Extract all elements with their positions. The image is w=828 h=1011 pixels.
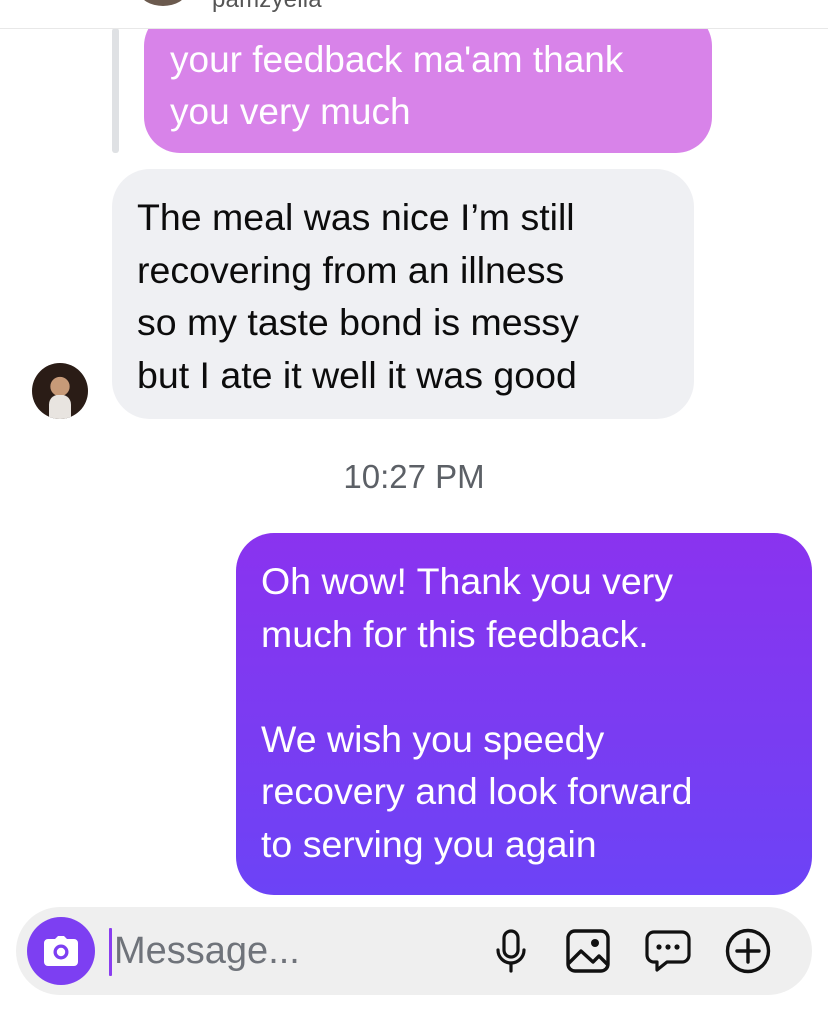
text-caret [109, 928, 112, 976]
sticker-chat-icon [645, 930, 691, 972]
microphone-button[interactable] [485, 925, 537, 977]
received-message-bubble[interactable]: The meal was nice I’m still recovering f… [112, 169, 694, 419]
microphone-icon [496, 929, 526, 973]
sticker-chat-button[interactable] [642, 925, 694, 977]
camera-icon [44, 936, 78, 966]
sent-message-bubble[interactable]: Oh wow! Thank you very much for this fee… [236, 533, 812, 895]
received-message-line: but I ate it well it was good [137, 353, 577, 396]
dm-thread-screen: pamzyella your feedback ma'am thank you … [0, 0, 828, 1011]
header-username[interactable]: pamzyella [212, 0, 322, 14]
gallery-button[interactable] [562, 925, 614, 977]
header-avatar[interactable] [140, 0, 186, 6]
quoted-message-bubble[interactable]: your feedback ma'am thank you very much [144, 10, 712, 153]
sent-message-paragraph: We wish you speedy recovery and look for… [261, 713, 792, 871]
sent-message-line: recovery and look forward [261, 770, 693, 812]
sent-message-line: We wish you speedy [261, 717, 605, 760]
camera-button[interactable] [27, 917, 95, 985]
sent-message-line: Oh wow! Thank you very [261, 560, 673, 602]
add-icon [725, 928, 771, 974]
sender-avatar[interactable] [32, 363, 88, 419]
received-message-line: The meal was nice I’m still [137, 196, 575, 238]
quoted-message-line: you very much [170, 91, 411, 132]
bottom-safe-area [0, 995, 828, 1011]
message-timestamp: 10:27 PM [343, 458, 485, 495]
message-composer [16, 907, 812, 995]
chat-header: pamzyella [0, 0, 828, 29]
received-message-line: recovering from an illness [137, 248, 565, 291]
message-input[interactable] [114, 921, 474, 981]
sent-message-line: to serving you again [261, 822, 597, 865]
reply-quote-bar [112, 28, 119, 153]
sent-message-line: much for this feedback. [261, 612, 649, 655]
quoted-message-line: your feedback ma'am thank [170, 39, 624, 80]
gallery-icon [566, 929, 610, 973]
add-button[interactable] [722, 925, 774, 977]
received-message-line: so my taste bond is messy [137, 301, 579, 343]
sent-message-paragraph: Oh wow! Thank you very much for this fee… [261, 555, 792, 660]
